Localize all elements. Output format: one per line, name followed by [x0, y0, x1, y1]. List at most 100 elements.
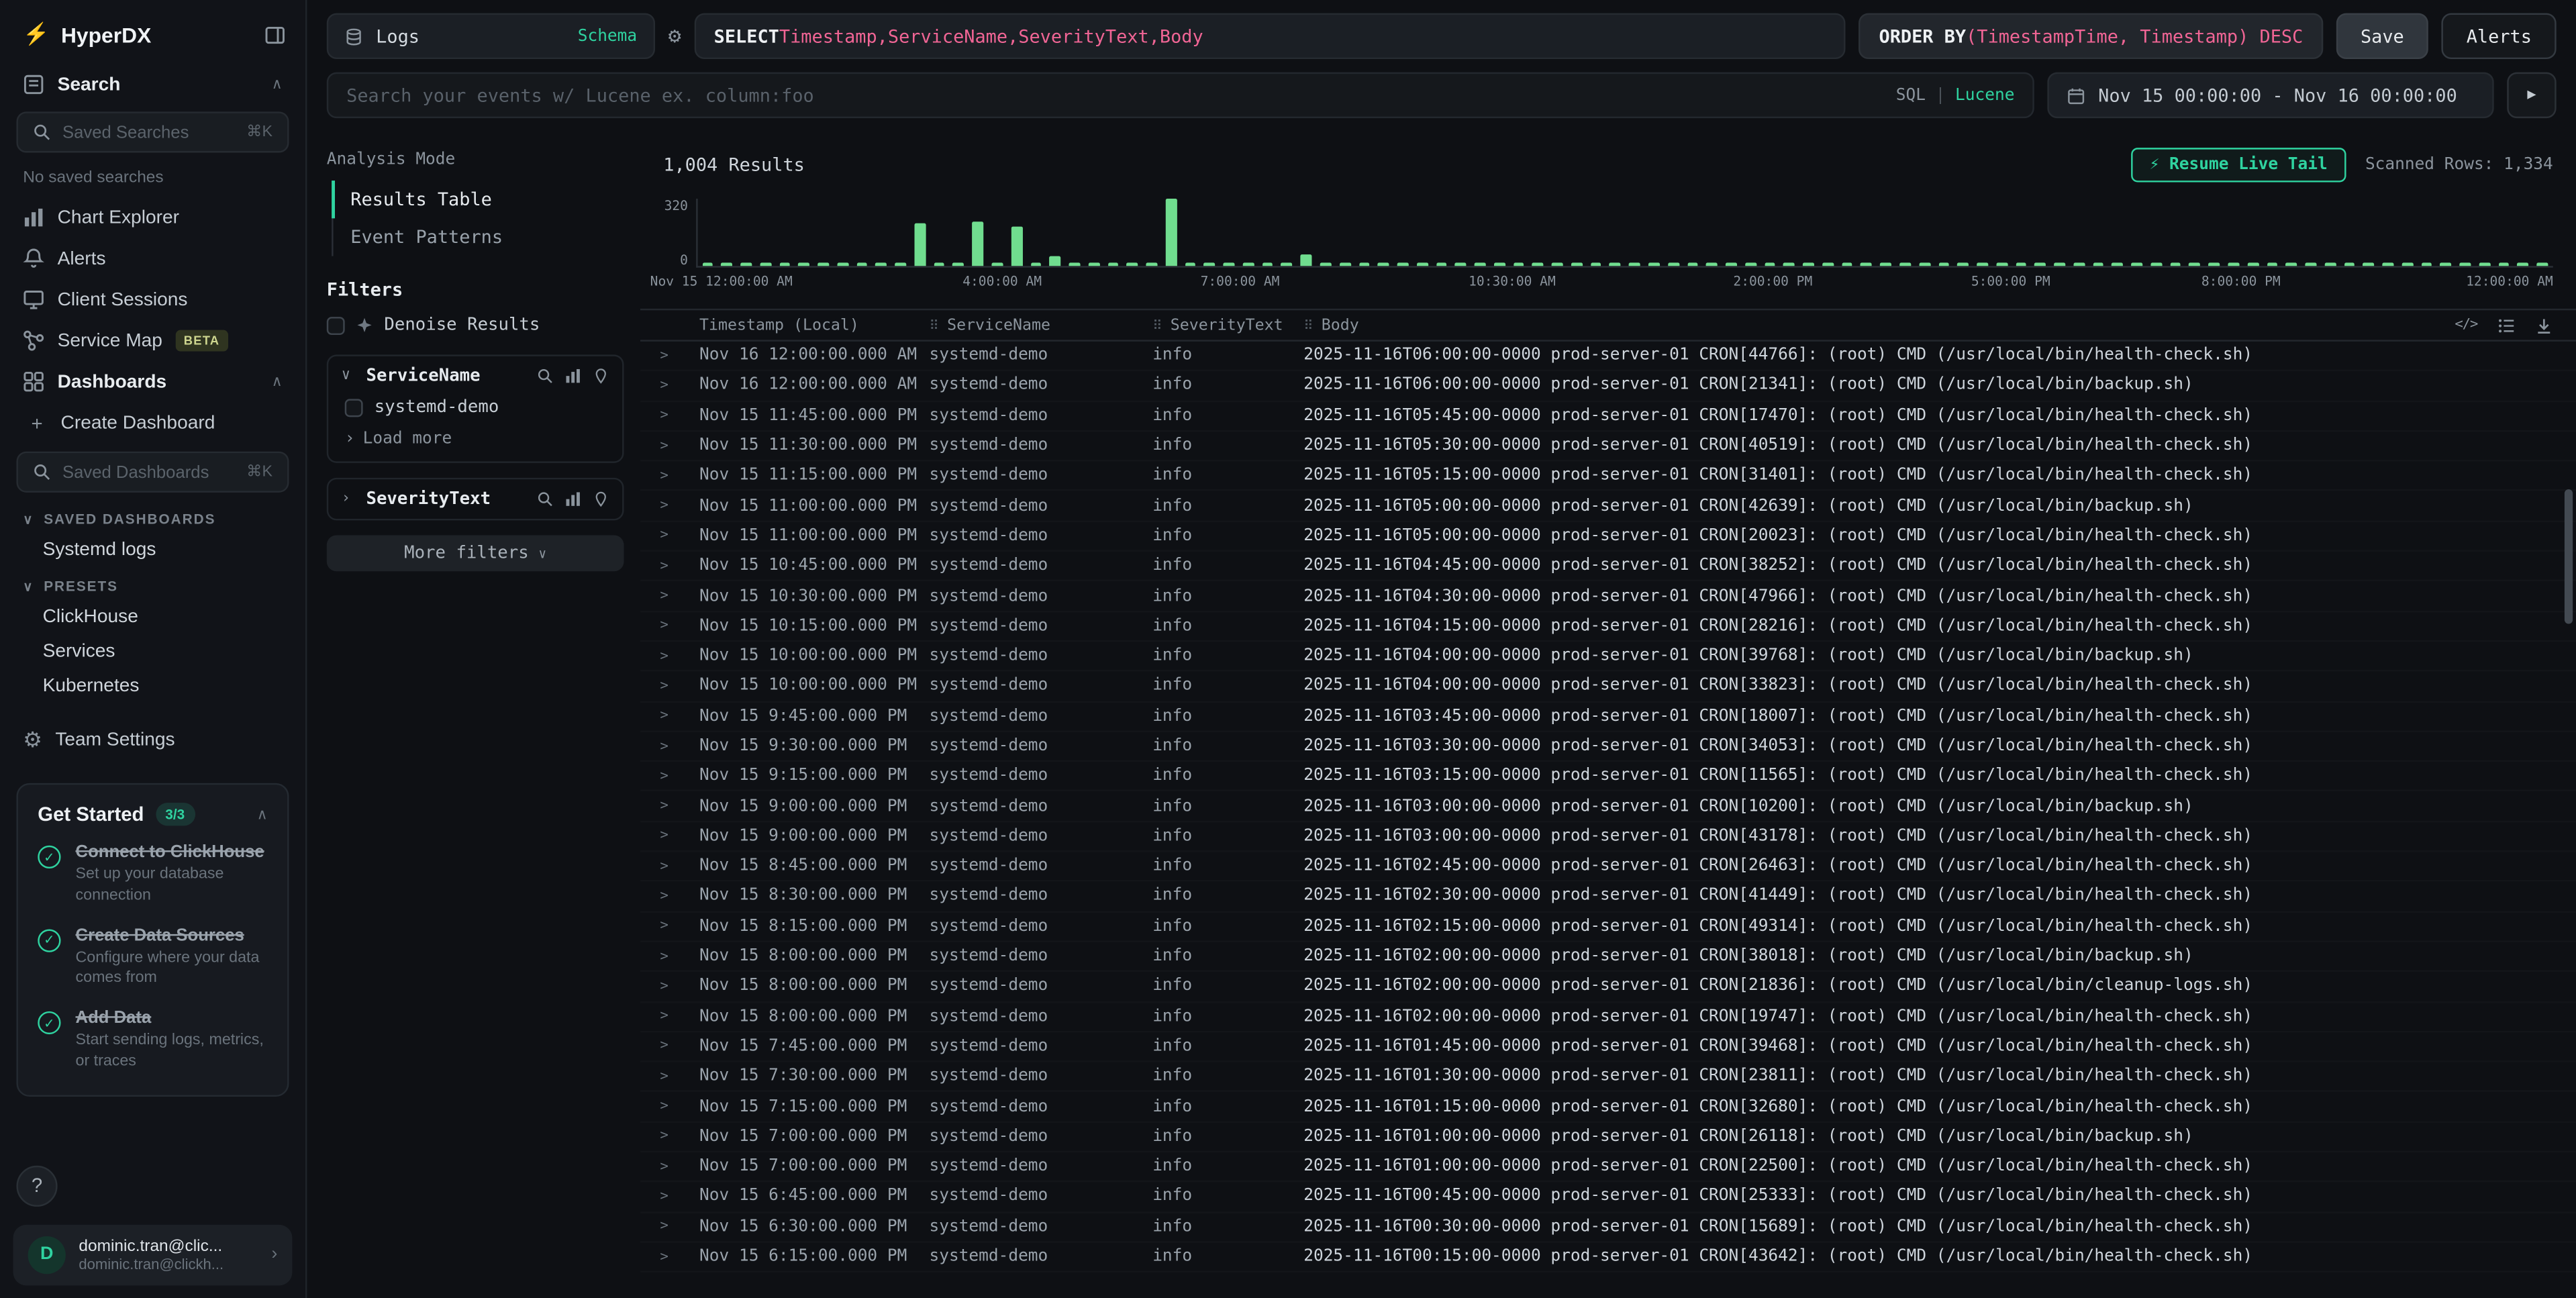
histogram-bar[interactable] [1494, 262, 1505, 266]
chevron-up-icon[interactable]: ∧ [272, 372, 283, 391]
histogram-bar[interactable] [2344, 263, 2355, 266]
histogram-bar[interactable] [1165, 199, 1177, 266]
row-expand-chevron[interactable]: > [656, 1248, 699, 1264]
sidebar-item-client-sessions[interactable]: Client Sessions [0, 279, 305, 320]
table-row[interactable]: > Nov 15 7:00:00.000 PM systemd-demo inf… [640, 1122, 2576, 1152]
histogram-bar[interactable] [1127, 262, 1138, 266]
histogram-bar[interactable] [799, 263, 810, 266]
histogram-bar[interactable] [1861, 264, 1873, 266]
histogram-bar[interactable] [934, 263, 945, 266]
table-row[interactable]: > Nov 15 11:00:00.000 PM systemd-demo in… [640, 521, 2576, 552]
histogram-bar[interactable] [2498, 264, 2510, 266]
histogram-bar[interactable] [914, 224, 926, 266]
table-row[interactable]: > Nov 15 11:45:00.000 PM systemd-demo in… [640, 401, 2576, 432]
chevron-up-icon[interactable]: ∧ [257, 805, 268, 823]
histogram-bar[interactable] [2363, 262, 2375, 266]
column-header-servicename[interactable]: ⠿ ServiceName [930, 316, 1153, 334]
table-row[interactable]: > Nov 16 12:00:00.000 AM systemd-demo in… [640, 342, 2576, 372]
row-expand-chevron[interactable]: > [656, 828, 699, 844]
row-expand-chevron[interactable]: > [656, 678, 699, 694]
histogram-bar[interactable] [973, 221, 984, 266]
histogram-bar[interactable] [2401, 263, 2413, 266]
histogram-bar[interactable] [1146, 264, 1158, 266]
sidebar-item-chart-explorer[interactable]: Chart Explorer [0, 197, 305, 238]
histogram-bar[interactable] [1765, 263, 1776, 266]
histogram-bar[interactable] [1475, 263, 1486, 266]
histogram-bar[interactable] [1301, 254, 1312, 266]
histogram-bar[interactable] [2440, 264, 2452, 266]
histogram-bar[interactable] [1397, 264, 1409, 266]
preset-item-kubernetes[interactable]: Kubernetes [0, 668, 305, 703]
date-range-picker[interactable]: Nov 15 00:00:00 - Nov 16 00:00:00 [2047, 72, 2493, 118]
row-expand-chevron[interactable]: > [656, 1008, 699, 1024]
row-expand-chevron[interactable]: > [656, 348, 699, 364]
row-expand-chevron[interactable]: > [656, 708, 699, 724]
row-expand-chevron[interactable]: > [656, 648, 699, 664]
histogram-bar[interactable] [2150, 264, 2162, 266]
table-row[interactable]: > Nov 15 7:30:00.000 PM systemd-demo inf… [640, 1062, 2576, 1093]
order-by-box[interactable]: ORDER BY (TimestampTime, Timestamp) DESC [1859, 13, 2323, 59]
sidebar-item-team-settings[interactable]: ⚙ Team Settings [0, 719, 305, 760]
select-query-box[interactable]: SELECT Timestamp,ServiceName,SeverityTex… [694, 13, 1846, 59]
histogram-bar[interactable] [1281, 263, 1293, 266]
histogram-bar[interactable] [1842, 263, 1853, 266]
histogram-bar[interactable] [1957, 263, 1969, 266]
histogram-bar[interactable] [2035, 264, 2046, 266]
table-row[interactable]: > Nov 15 10:45:00.000 PM systemd-demo in… [640, 552, 2576, 582]
row-expand-chevron[interactable]: > [656, 1219, 699, 1235]
row-expand-chevron[interactable]: > [656, 1099, 699, 1115]
histogram-bar[interactable] [2247, 263, 2259, 266]
histogram-bar[interactable] [760, 262, 771, 266]
table-row[interactable]: > Nov 15 11:30:00.000 PM systemd-demo in… [640, 432, 2576, 462]
histogram-bar[interactable] [1050, 256, 1061, 266]
histogram-bar[interactable] [876, 263, 887, 266]
histogram-bar[interactable] [1532, 263, 1544, 266]
table-row[interactable]: > Nov 15 6:30:00.000 PM systemd-demo inf… [640, 1213, 2576, 1243]
histogram-bar[interactable] [2479, 263, 2491, 266]
histogram-bar[interactable] [1571, 264, 1583, 266]
row-expand-chevron[interactable]: > [656, 888, 699, 904]
table-row[interactable]: > Nov 15 10:00:00.000 PM systemd-demo in… [640, 642, 2576, 672]
histogram-bar[interactable] [1629, 264, 1640, 266]
sidebar-item-dashboards[interactable]: Dashboards ∧ [0, 361, 305, 402]
row-expand-chevron[interactable]: > [656, 918, 699, 934]
histogram-bar[interactable] [1648, 263, 1660, 266]
sidebar-item-service-map[interactable]: Service Map BETA [0, 320, 305, 361]
get-started-step[interactable]: ✓ Connect to ClickHouse Set up your data… [38, 842, 267, 907]
histogram-bar[interactable] [2306, 263, 2317, 266]
get-started-step[interactable]: ✓ Create Data Sources Configure where yo… [38, 926, 267, 991]
denoise-checkbox[interactable] [327, 316, 345, 334]
histogram-bar[interactable] [2267, 262, 2278, 266]
mode-event-patterns[interactable]: Event Patterns [331, 218, 624, 256]
row-expand-chevron[interactable]: > [656, 1158, 699, 1175]
code-view-icon[interactable]: </> [2455, 317, 2477, 333]
histogram-bar[interactable] [779, 264, 791, 266]
saved-searches-input[interactable]: Saved Searches ⌘K [16, 111, 289, 152]
mode-results-table[interactable]: Results Table [331, 181, 624, 218]
row-expand-chevron[interactable]: > [656, 558, 699, 574]
histogram-bar[interactable] [1783, 262, 1795, 266]
histogram-bar[interactable] [1822, 263, 1834, 266]
histogram-bar[interactable] [1358, 263, 1370, 266]
sidebar-collapse-icon[interactable] [264, 23, 286, 45]
table-row[interactable]: > Nov 15 8:15:00.000 PM systemd-demo inf… [640, 912, 2576, 942]
row-expand-chevron[interactable]: > [656, 1068, 699, 1085]
row-expand-chevron[interactable]: > [656, 948, 699, 964]
histogram-bar[interactable] [1011, 227, 1022, 266]
help-button[interactable]: ? [16, 1165, 57, 1206]
drag-handle-icon[interactable]: ⠿ [1303, 317, 1313, 332]
pin-icon[interactable] [593, 368, 609, 384]
drag-handle-icon[interactable]: ⠿ [1152, 317, 1162, 332]
histogram-bar[interactable] [1938, 263, 1950, 266]
table-row[interactable]: > Nov 15 10:15:00.000 PM systemd-demo in… [640, 612, 2576, 642]
histogram-bar[interactable] [1899, 263, 1911, 266]
table-row[interactable]: > Nov 15 7:00:00.000 PM systemd-demo inf… [640, 1152, 2576, 1183]
histogram-bar[interactable] [1107, 263, 1119, 266]
histogram-bar[interactable] [856, 262, 868, 266]
histogram-bar[interactable] [1262, 264, 1273, 266]
histogram-bar[interactable] [1552, 263, 1563, 266]
histogram-bar[interactable] [1880, 262, 1891, 266]
facet-search-icon[interactable] [537, 491, 553, 507]
drag-handle-icon[interactable]: ⠿ [930, 317, 939, 332]
group-presets[interactable]: ∨ PRESETS [0, 566, 305, 599]
